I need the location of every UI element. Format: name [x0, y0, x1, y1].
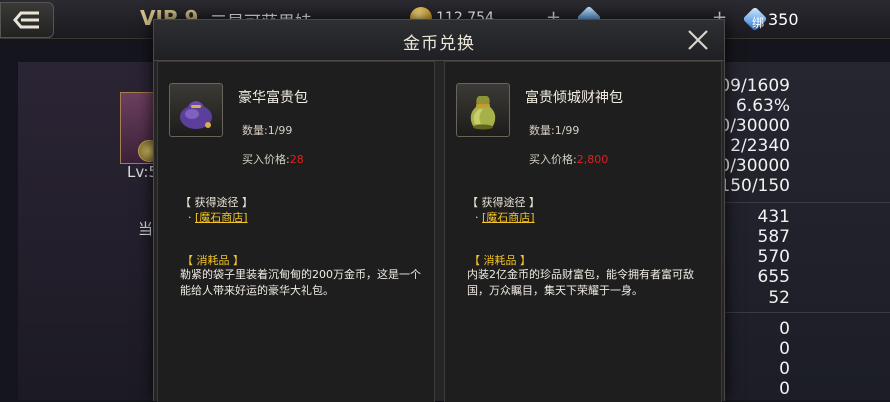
close-icon [688, 30, 708, 50]
dialog-header: 金币兑换 [154, 20, 724, 61]
item-price: 买入价格:2,800 [529, 151, 608, 167]
stat-value: 2/2340 [730, 136, 790, 156]
price-value: 28 [289, 153, 304, 166]
price-label: 买入价格: [242, 153, 290, 166]
quantity-value: 1/99 [554, 124, 580, 137]
stat-value: 150/150 [719, 176, 790, 196]
magic-stone-shop-link[interactable]: [魔石商店] [482, 211, 535, 224]
item-description: 勒紧的袋子里装着沉甸甸的200万金币，这是一个能给人带来好运的豪华大礼包。 [180, 268, 421, 297]
item-quantity: 数量:1/99 [242, 122, 292, 138]
stat-value: 0 [779, 319, 790, 339]
stats-divider [720, 202, 890, 203]
purple-pouch-icon [180, 101, 212, 129]
item-description: 内装2亿金币的珍品财富包，能令拥有者富可敌国，万众瞩目，集天下荣耀于一身。 [467, 268, 694, 297]
stat-value: 0 [779, 339, 790, 359]
stats-divider [720, 312, 890, 313]
quantity-value: 1/99 [267, 124, 293, 137]
consumable-heading: 【 消耗品 】 [469, 254, 531, 267]
item-slot[interactable] [456, 83, 510, 137]
item-quantity: 数量:1/99 [529, 122, 579, 138]
item-price: 买入价格:28 [242, 151, 304, 167]
stat-value: 52 [768, 288, 790, 308]
stat-value: 655 [757, 267, 790, 287]
quantity-label: 数量: [529, 124, 555, 137]
source-bullet: · [188, 211, 195, 224]
stat-value: 570 [757, 247, 790, 267]
stat-value: 431 [757, 207, 790, 227]
gold-sack-icon [470, 96, 496, 130]
gold-exchange-dialog: 金币兑换 豪华富贵包 数量:1/99 买入价格:28 【 获得途径 】 · [魔… [153, 19, 725, 402]
source-line: · [魔石商店] [475, 209, 535, 225]
quantity-label: 数量: [242, 124, 268, 137]
source-bullet: · [475, 211, 482, 224]
source-heading: 【 获得途径 】 [180, 196, 253, 209]
back-button[interactable] [0, 2, 54, 38]
price-label: 买入价格: [529, 153, 577, 166]
stat-value: 6.63% [735, 96, 790, 116]
item-name: 富贵倾城财神包 [525, 90, 623, 106]
close-button[interactable] [684, 26, 712, 54]
bound-gem-value: 350 [768, 10, 799, 29]
item-slot[interactable] [169, 83, 223, 137]
back-arrow-icon [13, 11, 39, 29]
current-label: 当 [138, 220, 154, 238]
item-card-luxury-pack[interactable]: 豪华富贵包 数量:1/99 买入价格:28 【 获得途径 】 · [魔石商店] … [157, 61, 435, 402]
item-card-fortune-pack[interactable]: 富贵倾城财神包 数量:1/99 买入价格:2,800 【 获得途径 】 · [魔… [444, 61, 722, 402]
source-line: · [魔石商店] [188, 209, 248, 225]
stat-value: 0/30000 [719, 116, 790, 136]
item-name: 豪华富贵包 [238, 90, 308, 106]
dialog-title: 金币兑换 [403, 34, 475, 54]
bound-gem-tag: 绑 [752, 16, 765, 30]
consumable-heading: 【 消耗品 】 [182, 254, 244, 267]
stat-value: 0 [779, 359, 790, 379]
stat-value: 0/30000 [719, 156, 790, 176]
stat-value: 0 [779, 379, 790, 399]
magic-stone-shop-link[interactable]: [魔石商店] [195, 211, 248, 224]
source-heading: 【 获得途径 】 [467, 196, 540, 209]
price-value: 2,800 [576, 153, 609, 166]
stat-value: 587 [757, 227, 790, 247]
